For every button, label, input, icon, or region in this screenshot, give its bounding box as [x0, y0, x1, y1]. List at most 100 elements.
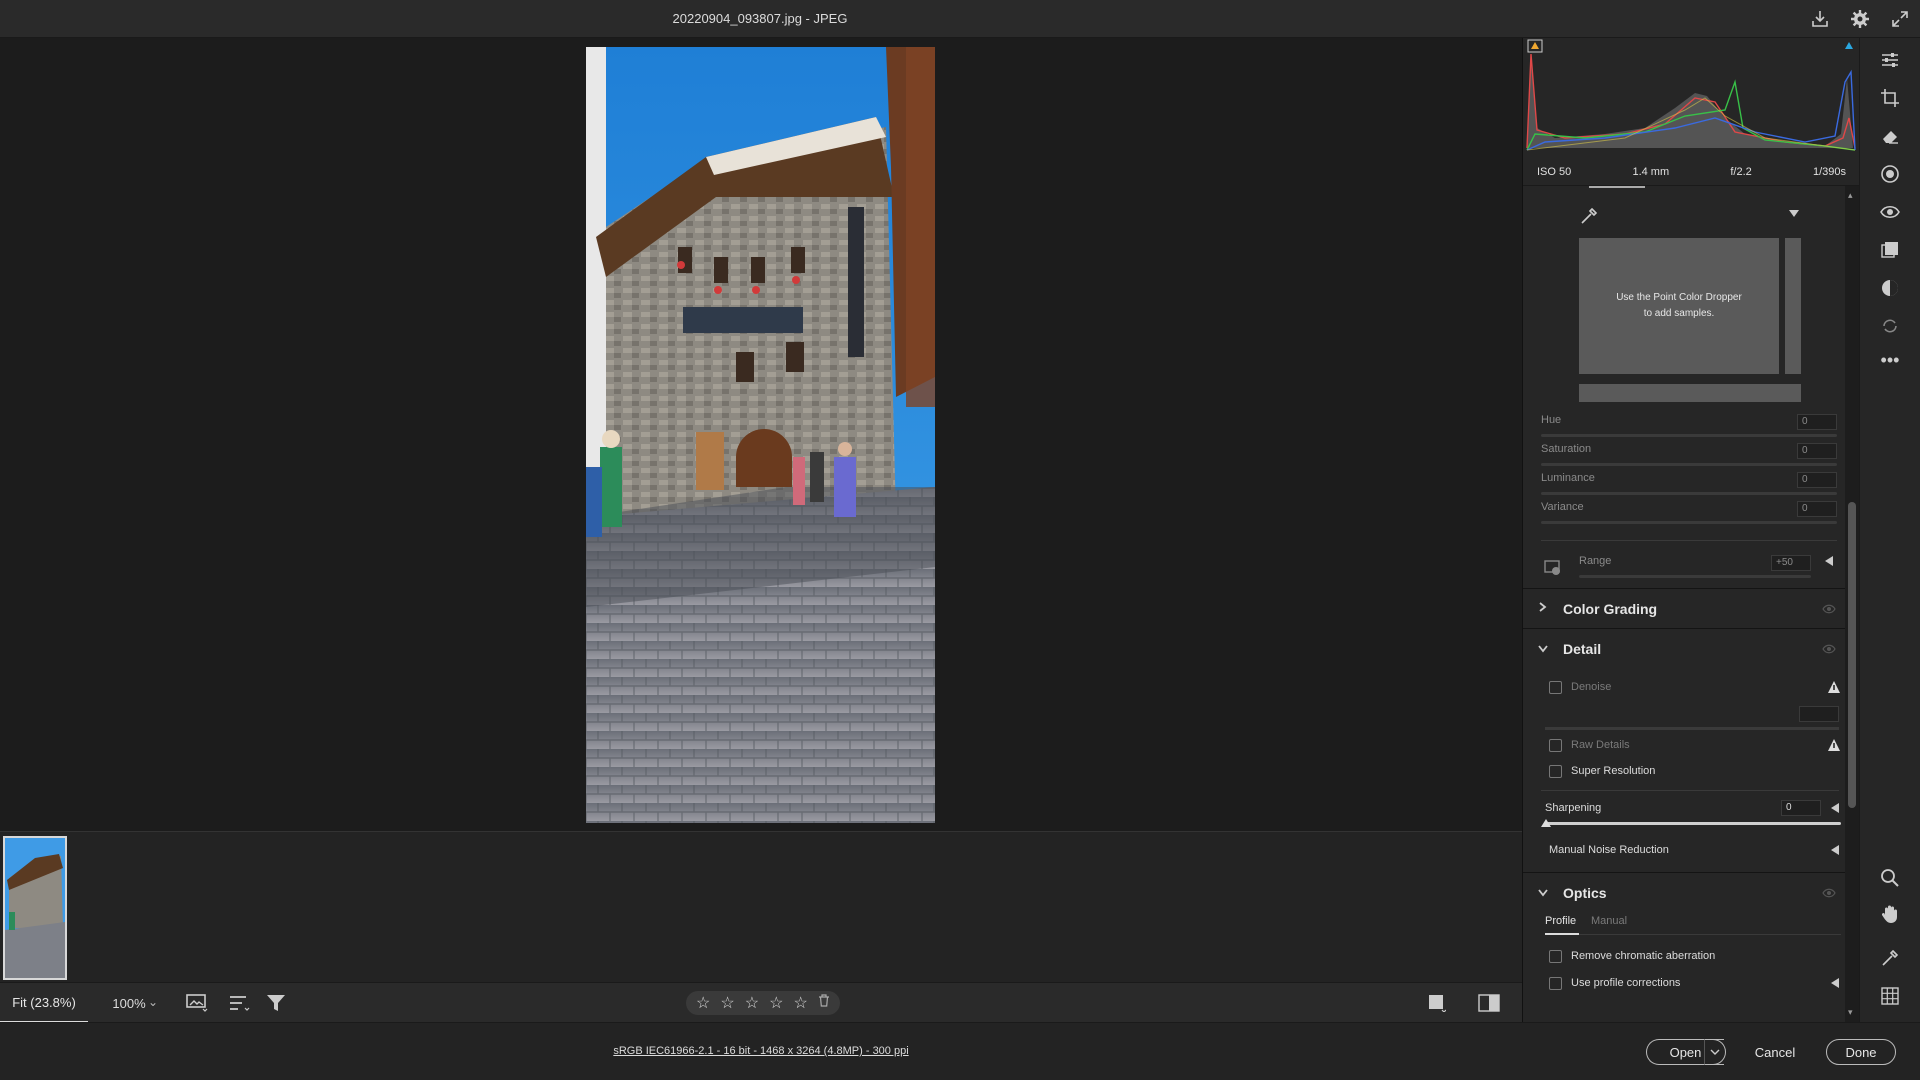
- denoise-value-field[interactable]: [1799, 706, 1839, 722]
- scroll-up-icon[interactable]: ▴: [1848, 190, 1853, 201]
- variance-track[interactable]: [1541, 521, 1837, 524]
- done-button[interactable]: Done: [1826, 1039, 1896, 1065]
- luminance-track[interactable]: [1541, 492, 1837, 495]
- chevron-right-icon: [1537, 601, 1553, 616]
- sharpening-thumb[interactable]: [1541, 819, 1551, 827]
- visibility-eye-icon[interactable]: [1822, 886, 1836, 900]
- snapshot-icon[interactable]: [1874, 310, 1906, 342]
- visibility-eye-icon[interactable]: [1822, 642, 1836, 656]
- star-icon[interactable]: ☆: [696, 993, 710, 1013]
- remove-chromatic-checkbox[interactable]: [1549, 949, 1562, 963]
- fullscreen-icon[interactable]: [1880, 0, 1920, 38]
- filmstrip-thumbnail[interactable]: [3, 836, 67, 980]
- filmstrip-view-icon[interactable]: [184, 991, 210, 1015]
- tab-profile[interactable]: Profile: [1545, 915, 1576, 927]
- range-label: Range: [1579, 555, 1612, 567]
- profile-expand-icon[interactable]: [1829, 976, 1841, 990]
- remove-chromatic-checkbox-row[interactable]: Remove chromatic aberration: [1549, 946, 1839, 966]
- hue-track[interactable]: [1541, 434, 1837, 437]
- use-profile-checkbox-row[interactable]: Use profile corrections: [1549, 973, 1839, 993]
- grid-overlay-icon[interactable]: [1874, 980, 1906, 1012]
- raw-details-label: Raw Details: [1571, 739, 1630, 751]
- range-expand-icon[interactable]: [1823, 554, 1835, 568]
- panel-scrollbar[interactable]: ▴ ▾: [1845, 186, 1859, 1022]
- red-eye-icon[interactable]: [1874, 196, 1906, 228]
- masking-icon[interactable]: [1874, 158, 1906, 190]
- hue-value-field[interactable]: 0: [1797, 414, 1837, 430]
- raw-details-checkbox[interactable]: [1549, 738, 1562, 752]
- shutter-value: 1/390s: [1812, 165, 1846, 178]
- hue-slider[interactable]: Hue 0: [1541, 414, 1837, 440]
- visibility-eye-icon[interactable]: [1822, 602, 1836, 616]
- range-mask-icon[interactable]: [1543, 558, 1563, 578]
- color-mix-icon[interactable]: [1874, 272, 1906, 304]
- edit-sliders-icon[interactable]: [1874, 44, 1906, 76]
- super-resolution-checkbox[interactable]: [1549, 764, 1562, 778]
- zoom-dropdown-icon[interactable]: ⌄: [148, 995, 158, 1009]
- star-icon[interactable]: ☆: [769, 993, 783, 1013]
- saturation-value-field[interactable]: 0: [1797, 443, 1837, 459]
- sharpening-expand-icon[interactable]: [1829, 801, 1841, 815]
- color-grading-label: Color Grading: [1563, 600, 1658, 617]
- zoom-fit-button[interactable]: Fit (23.8%): [0, 983, 88, 1023]
- single-view-icon[interactable]: [1424, 991, 1450, 1015]
- manual-noise-reduction-label[interactable]: Manual Noise Reduction: [1549, 844, 1669, 856]
- luminance-label: Luminance: [1541, 472, 1595, 484]
- histogram: [1525, 38, 1858, 158]
- chevron-down-icon: [1537, 642, 1553, 656]
- section-optics[interactable]: Optics: [1523, 872, 1846, 912]
- filmstrip: [0, 831, 1522, 982]
- zoom-icon[interactable]: [1874, 862, 1906, 894]
- aperture-value: f/2.2: [1730, 165, 1752, 178]
- sharpening-track[interactable]: [1545, 822, 1841, 825]
- section-detail[interactable]: Detail: [1523, 628, 1846, 668]
- eraser-icon[interactable]: [1874, 120, 1906, 152]
- range-slider[interactable]: Range +50: [1579, 555, 1811, 581]
- saturation-track[interactable]: [1541, 463, 1837, 466]
- cancel-button[interactable]: Cancel: [1738, 1039, 1812, 1065]
- luminance-value-field[interactable]: 0: [1797, 472, 1837, 488]
- variance-slider[interactable]: Variance 0: [1541, 501, 1837, 527]
- before-after-icon[interactable]: [1476, 991, 1502, 1015]
- warning-icon: [1827, 680, 1841, 694]
- color-sampler-icon[interactable]: [1874, 942, 1906, 974]
- photo-preview: [586, 47, 935, 823]
- star-icon[interactable]: ☆: [794, 993, 808, 1013]
- variance-value-field[interactable]: 0: [1797, 501, 1837, 517]
- more-options-icon[interactable]: •••: [1874, 344, 1906, 376]
- saturation-slider[interactable]: Saturation 0: [1541, 443, 1837, 469]
- rating-stars[interactable]: ☆ ☆ ☆ ☆ ☆: [686, 991, 840, 1015]
- super-resolution-checkbox-row[interactable]: Super Resolution: [1549, 761, 1839, 781]
- eyedropper-icon[interactable]: [1579, 206, 1599, 226]
- sort-icon[interactable]: [226, 991, 252, 1015]
- crop-icon[interactable]: [1874, 82, 1906, 114]
- hand-icon[interactable]: [1874, 898, 1906, 930]
- scroll-down-icon[interactable]: ▾: [1848, 1007, 1853, 1018]
- denoise-track[interactable]: [1545, 727, 1839, 730]
- remove-chromatic-label: Remove chromatic aberration: [1571, 950, 1716, 962]
- trash-icon[interactable]: [818, 994, 830, 1012]
- denoise-checkbox-row[interactable]: Denoise: [1549, 677, 1839, 697]
- star-icon[interactable]: ☆: [745, 993, 759, 1013]
- sharpening-value-field[interactable]: 0: [1781, 800, 1821, 816]
- range-value-field[interactable]: +50: [1771, 555, 1811, 571]
- sample-hint-line1: Use the Point Color Dropper: [1616, 292, 1742, 303]
- raw-details-checkbox-row[interactable]: Raw Details: [1549, 735, 1839, 755]
- section-color-grading[interactable]: Color Grading: [1523, 588, 1846, 628]
- denoise-checkbox[interactable]: [1549, 680, 1562, 694]
- chevron-down-icon: [1710, 1049, 1720, 1055]
- filter-icon[interactable]: [264, 991, 290, 1015]
- tab-manual[interactable]: Manual: [1591, 915, 1627, 927]
- settings-icon[interactable]: [1840, 0, 1880, 38]
- luminance-slider[interactable]: Luminance 0: [1541, 472, 1837, 498]
- use-profile-checkbox[interactable]: [1549, 976, 1562, 990]
- save-icon[interactable]: [1800, 0, 1840, 38]
- panel-menu-icon[interactable]: [1787, 206, 1801, 220]
- scrollbar-thumb[interactable]: [1848, 502, 1856, 808]
- star-icon[interactable]: ☆: [720, 993, 734, 1013]
- presets-icon[interactable]: [1874, 234, 1906, 266]
- image-canvas[interactable]: [0, 38, 1522, 831]
- noise-reduction-expand-icon[interactable]: [1829, 843, 1841, 857]
- range-track[interactable]: [1579, 575, 1811, 578]
- file-info-link[interactable]: sRGB IEC61966-2.1 - 16 bit - 1468 x 3264…: [0, 1045, 1522, 1057]
